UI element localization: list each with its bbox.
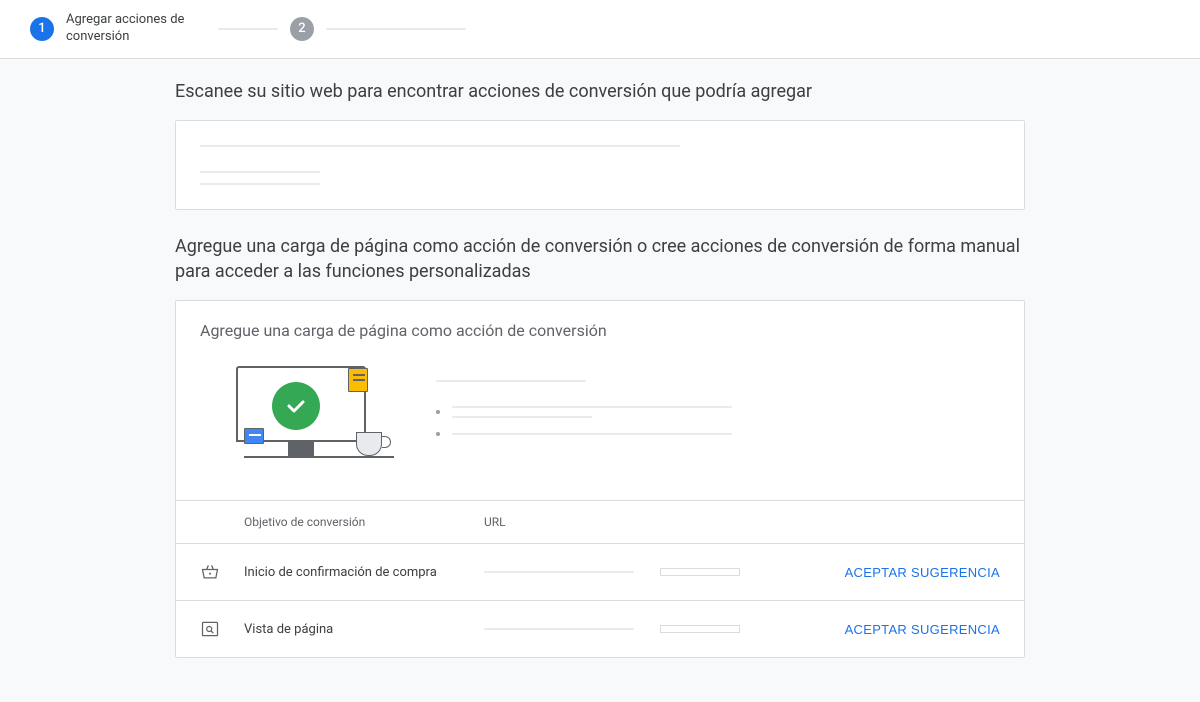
pageview-icon bbox=[200, 619, 220, 639]
placeholder-text bbox=[452, 406, 732, 408]
placeholder-text bbox=[200, 145, 680, 147]
step-1[interactable]: 1 Agregar acciones de conversión bbox=[30, 12, 206, 46]
step-2[interactable]: 2 bbox=[290, 17, 314, 41]
scan-card bbox=[175, 120, 1025, 210]
pageload-inner-heading: Agregue una carga de página como acción … bbox=[176, 301, 1024, 340]
step-divider bbox=[218, 28, 278, 30]
category-select[interactable] bbox=[660, 568, 740, 576]
placeholder-text bbox=[452, 433, 732, 435]
basket-icon bbox=[200, 562, 220, 582]
placeholder-text bbox=[452, 416, 592, 418]
bullet-icon bbox=[436, 432, 440, 436]
illustration-text bbox=[436, 380, 984, 450]
url-placeholder bbox=[484, 628, 634, 630]
table-header: Objetivo de conversión URL bbox=[176, 500, 1024, 544]
cup-icon bbox=[356, 432, 382, 456]
placeholder-text bbox=[200, 183, 320, 185]
scan-section-heading: Escanee su sitio web para encontrar acci… bbox=[175, 79, 1025, 104]
step-2-number: 2 bbox=[290, 17, 314, 41]
col-url-header: URL bbox=[484, 515, 660, 529]
note-icon bbox=[244, 428, 264, 444]
table-row: Inicio de confirmación de compra ACEPTAR… bbox=[176, 544, 1024, 601]
step-1-number: 1 bbox=[30, 17, 54, 41]
goal-label: Inicio de confirmación de compra bbox=[244, 565, 484, 580]
pageload-card: Agregue una carga de página como acción … bbox=[175, 300, 1025, 658]
check-circle-icon bbox=[272, 382, 320, 430]
bullet-icon bbox=[436, 410, 440, 414]
table-row: Vista de página ACEPTAR SUGERENCIA bbox=[176, 601, 1024, 657]
category-select[interactable] bbox=[660, 625, 740, 633]
placeholder-text bbox=[436, 380, 586, 382]
pageload-section-heading: Agregue una carga de página como acción … bbox=[175, 234, 1025, 284]
step-divider bbox=[326, 28, 466, 30]
document-icon bbox=[348, 368, 368, 392]
stepper: 1 Agregar acciones de conversión 2 bbox=[0, 0, 1200, 59]
illustration-row bbox=[176, 340, 1024, 500]
url-placeholder bbox=[484, 571, 634, 573]
placeholder-text bbox=[200, 171, 320, 173]
col-goal-header: Objetivo de conversión bbox=[244, 515, 484, 529]
step-1-label: Agregar acciones de conversión bbox=[66, 12, 206, 46]
accept-suggestion-button[interactable]: ACEPTAR SUGERENCIA bbox=[800, 622, 1000, 637]
accept-suggestion-button[interactable]: ACEPTAR SUGERENCIA bbox=[800, 565, 1000, 580]
monitor-illustration bbox=[216, 360, 396, 470]
goal-label: Vista de página bbox=[244, 622, 484, 637]
page-body: Escanee su sitio web para encontrar acci… bbox=[0, 59, 1200, 702]
